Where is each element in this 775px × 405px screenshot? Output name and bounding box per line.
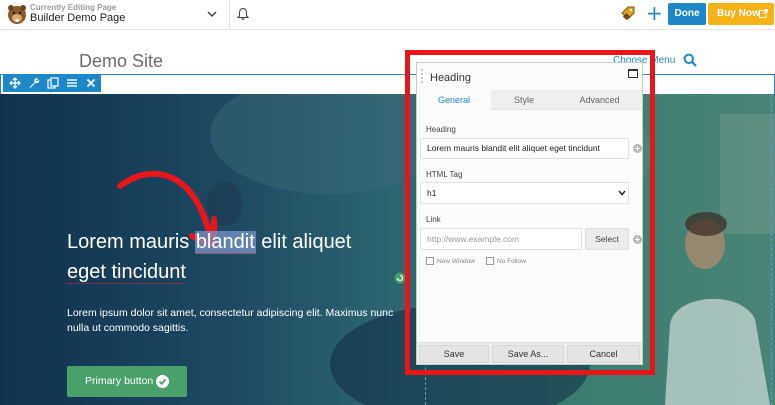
buy-now-label: Buy Now (717, 8, 760, 19)
duplicate-icon[interactable] (47, 77, 59, 89)
wrench-icon[interactable] (28, 77, 40, 89)
buy-now-button[interactable]: Buy Now (708, 3, 774, 25)
menu-icon[interactable] (66, 77, 78, 89)
done-button[interactable]: Done (668, 3, 706, 25)
toolbar-divider (229, 0, 230, 30)
add-content-button[interactable]: + (646, 3, 663, 23)
row-toolbar (3, 74, 101, 92)
price-tag-icon[interactable] (620, 6, 636, 22)
heading-selected-word: blandit (194, 231, 256, 254)
hero-heading[interactable]: Lorem mauris blandit elit aliquet eget ti… (67, 227, 397, 287)
check-circle-icon (156, 375, 169, 388)
heading-text-end: elit aliquet (255, 231, 352, 253)
hero-body-text[interactable]: Lorem ipsum dolor sit amet, consectetur … (67, 306, 397, 336)
highlight-frame (405, 50, 655, 375)
primary-button-label: Primary button (85, 375, 154, 387)
beaver-logo-icon[interactable] (6, 3, 28, 25)
site-title[interactable]: Demo Site (79, 51, 163, 72)
close-icon[interactable] (85, 77, 97, 89)
row-outline (0, 74, 775, 94)
move-icon[interactable] (9, 77, 21, 89)
column-guide-right (771, 94, 772, 405)
heading-text-start: Lorem mauris (67, 231, 195, 253)
chevron-down-icon[interactable] (205, 7, 219, 21)
search-icon[interactable] (683, 53, 697, 67)
hero-section: Lorem mauris blandit elit aliquet eget ti… (0, 94, 775, 405)
heading-line-2: eget tincidunt (67, 261, 186, 284)
editing-label: Currently Editing Page (30, 3, 117, 12)
bell-icon[interactable] (236, 7, 250, 21)
external-link-icon (759, 9, 768, 18)
primary-button[interactable]: Primary button (67, 366, 187, 397)
page-title[interactable]: Builder Demo Page (30, 12, 125, 24)
builder-top-bar: Currently Editing Page Builder Demo Page… (0, 0, 775, 30)
